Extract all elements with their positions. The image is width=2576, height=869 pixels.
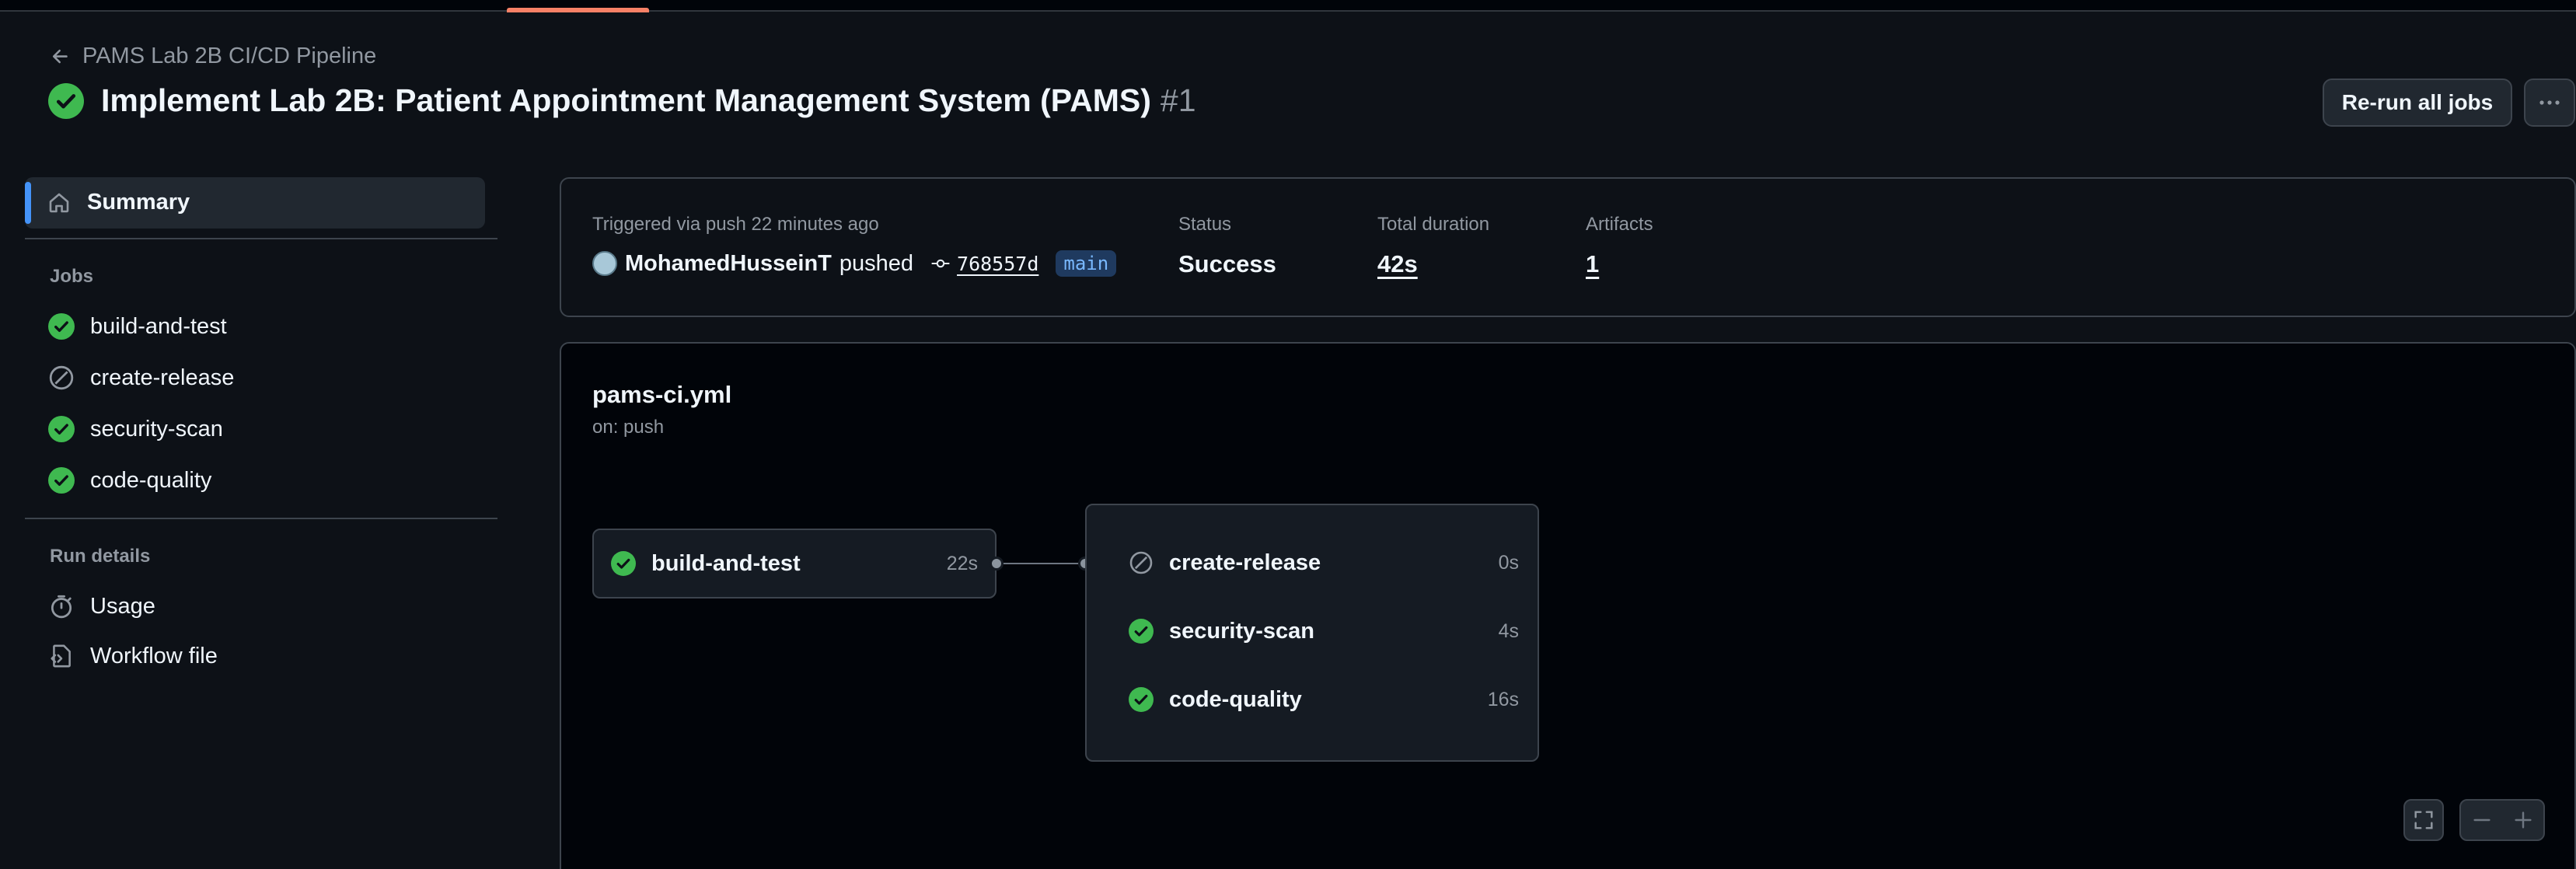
job-name: build-and-test	[651, 550, 801, 576]
success-check-icon	[48, 82, 84, 119]
fullscreen-icon	[2414, 811, 2433, 829]
workflow-trigger: on: push	[592, 417, 665, 438]
action-text: pushed	[839, 250, 914, 276]
arrow-left-icon	[52, 49, 68, 63]
job-label: code-quality	[90, 467, 212, 493]
sidebar-item-label: Summary	[87, 190, 190, 215]
sidebar-job-create-release[interactable]: create-release	[48, 362, 234, 393]
kebab-horizontal-icon	[2539, 100, 2560, 105]
commit-link[interactable]: 768557d	[930, 253, 1038, 275]
skipped-icon	[1129, 551, 1153, 574]
job-name: code-quality	[1169, 686, 1302, 712]
dependent-jobs-group: create-release 0s security-scan 4s code-…	[1085, 504, 1539, 762]
run-number: #1	[1160, 82, 1196, 118]
job-name: create-release	[1169, 550, 1321, 575]
more-options-button[interactable]	[2524, 79, 2575, 127]
success-check-icon	[48, 313, 75, 340]
workflow-file-name: pams-ci.yml	[592, 381, 732, 408]
skipped-icon	[49, 365, 74, 390]
job-dependency-line	[997, 563, 1085, 564]
home-icon	[49, 193, 69, 213]
job-duration: 4s	[1498, 619, 1519, 642]
run-detail-label: Usage	[90, 593, 155, 619]
job-duration: 22s	[946, 552, 978, 574]
status-value: Success	[1178, 250, 1276, 277]
success-check-icon	[1129, 687, 1154, 712]
success-check-icon	[1129, 619, 1154, 644]
success-check-icon	[48, 467, 75, 494]
zoom-in-icon[interactable]	[2511, 808, 2535, 832]
workflow-graph-card: pams-ci.yml on: push build-and-test 22s …	[560, 342, 2576, 869]
graph-job-security-scan[interactable]: security-scan 4s	[1129, 608, 1536, 654]
job-label: build-and-test	[90, 313, 227, 339]
duration-link[interactable]: 42s	[1377, 250, 1418, 278]
connector-dot	[990, 557, 1004, 571]
run-info-card: Triggered via push 22 minutes ago Mohame…	[560, 177, 2576, 317]
sidebar-item-workflow-file[interactable]: Workflow file	[48, 640, 218, 672]
zoom-controls	[2459, 799, 2545, 841]
back-link[interactable]: PAMS Lab 2B CI/CD Pipeline	[50, 44, 376, 69]
sidebar-item-usage[interactable]: Usage	[48, 591, 155, 622]
jobs-section-title: Jobs	[50, 266, 94, 287]
job-label: security-scan	[90, 416, 223, 441]
run-details-section-title: Run details	[50, 546, 151, 567]
trigger-label: Triggered via push 22 minutes ago	[592, 214, 879, 235]
active-indicator	[25, 182, 31, 224]
artifacts-link[interactable]: 1	[1586, 250, 1599, 278]
duration-label: Total duration	[1377, 214, 1490, 235]
back-link-label[interactable]: PAMS Lab 2B CI/CD Pipeline	[82, 44, 376, 69]
page-title: Implement Lab 2B: Patient Appointment Ma…	[101, 82, 1151, 118]
sidebar-item-summary[interactable]: Summary	[25, 177, 485, 229]
success-check-icon	[48, 416, 75, 442]
sidebar-job-build-and-test[interactable]: build-and-test	[48, 311, 227, 342]
success-check-icon	[611, 551, 636, 576]
top-nav-bar	[0, 0, 2576, 12]
stopwatch-icon	[51, 595, 72, 619]
job-label: create-release	[90, 365, 235, 390]
fullscreen-button[interactable]	[2403, 799, 2444, 841]
branch-badge[interactable]: main	[1056, 250, 1117, 277]
git-commit-icon	[931, 259, 950, 268]
sidebar-divider	[25, 238, 497, 239]
rerun-all-jobs-button[interactable]: Re-run all jobs	[2323, 79, 2512, 127]
graph-job-code-quality[interactable]: code-quality 16s	[1129, 676, 1536, 723]
graph-job-build-and-test[interactable]: build-and-test 22s	[592, 529, 997, 599]
trigger-details: MohamedHusseinT pushed 768557d main	[592, 250, 1117, 277]
job-name: security-scan	[1169, 618, 1314, 644]
artifacts-label: Artifacts	[1586, 214, 1653, 235]
zoom-out-icon[interactable]	[2470, 808, 2494, 832]
sidebar-divider	[25, 518, 497, 519]
sidebar-job-security-scan[interactable]: security-scan	[48, 414, 223, 445]
file-code-icon	[51, 644, 71, 668]
sidebar-job-code-quality[interactable]: code-quality	[48, 465, 211, 496]
job-duration: 0s	[1498, 551, 1519, 574]
run-detail-label: Workflow file	[90, 643, 218, 668]
actor-name[interactable]: MohamedHusseinT	[625, 251, 832, 277]
avatar[interactable]	[592, 251, 617, 276]
status-label: Status	[1178, 214, 1232, 235]
run-title-row: Implement Lab 2B: Patient Appointment Ma…	[48, 82, 1196, 119]
graph-job-create-release[interactable]: create-release 0s	[1129, 539, 1536, 586]
commit-sha[interactable]: 768557d	[957, 253, 1038, 275]
job-duration: 16s	[1487, 688, 1519, 710]
active-tab-indicator	[507, 8, 649, 12]
